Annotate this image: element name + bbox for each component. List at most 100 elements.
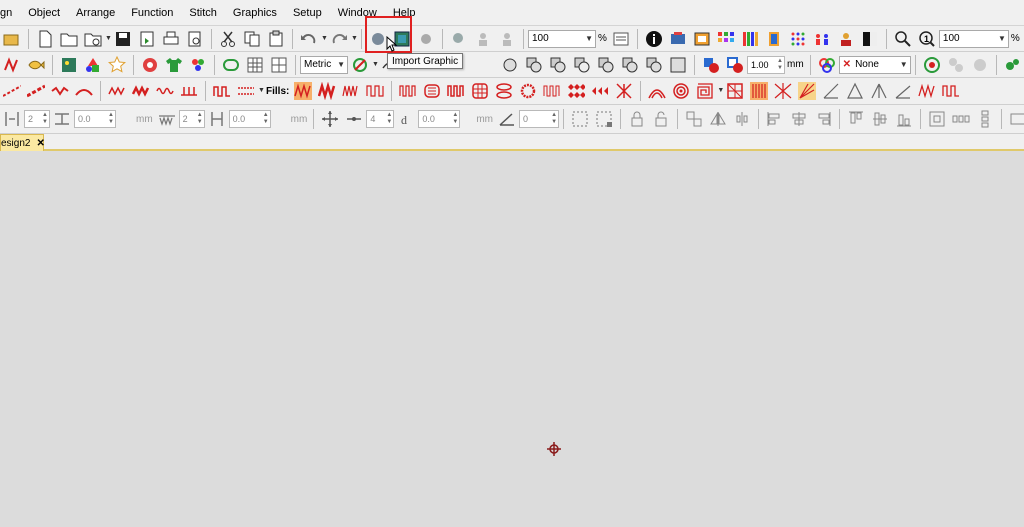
green-dots-icon[interactable] — [1002, 54, 1024, 76]
wave-stitch-icon[interactable] — [154, 80, 176, 102]
menu-stitch[interactable]: Stitch — [181, 0, 225, 26]
chevron-down-icon[interactable]: ▼ — [717, 81, 724, 101]
shape-circle-icon[interactable] — [499, 54, 521, 76]
field-count-3[interactable]: 4 ▲ ▼ — [366, 110, 395, 128]
fill-burst-icon[interactable] — [772, 80, 794, 102]
satin-stitch-icon[interactable] — [130, 80, 152, 102]
outline-color-icon[interactable] — [724, 54, 746, 76]
fill-grid-icon[interactable] — [469, 80, 491, 102]
applique-icon[interactable] — [139, 54, 161, 76]
design-canvas[interactable] — [0, 152, 1024, 527]
motif-stitch-icon[interactable] — [211, 80, 233, 102]
shape-intersect-icon[interactable] — [571, 54, 593, 76]
field-width-2[interactable]: 0.0 ▲ ▼ — [228, 110, 271, 128]
thread-spool-icon[interactable] — [763, 28, 785, 50]
print-icon[interactable] — [160, 28, 182, 50]
contrast-icon[interactable] — [859, 28, 881, 50]
table-grid-icon[interactable] — [268, 54, 290, 76]
bean-stitch-icon[interactable] — [49, 80, 71, 102]
height-icon[interactable] — [206, 108, 228, 130]
star-icon[interactable] — [106, 54, 128, 76]
menu-arrange[interactable]: Arrange — [68, 0, 123, 26]
pen-circle-icon[interactable] — [349, 54, 371, 76]
fill-square-wave-icon[interactable] — [940, 80, 962, 102]
cut-icon[interactable] — [217, 28, 239, 50]
stitch-person2-icon[interactable] — [496, 28, 518, 50]
disabled-flower-icon[interactable] — [969, 54, 991, 76]
field-width-3[interactable]: 0.0 ▲ ▼ — [418, 110, 461, 128]
menu-design[interactable]: gn — [0, 0, 20, 26]
running-stitch-icon[interactable] — [1, 80, 23, 102]
picture-icon[interactable] — [58, 54, 80, 76]
center-icon[interactable] — [926, 108, 948, 130]
fill-triangle-icon[interactable] — [844, 80, 866, 102]
align-middle-icon[interactable] — [869, 108, 891, 130]
chevron-down-icon[interactable]: ▼ — [321, 29, 328, 49]
triple-stitch-icon[interactable] — [25, 80, 47, 102]
fill-gradient-icon[interactable] — [820, 80, 842, 102]
fill-contour-icon[interactable] — [646, 80, 668, 102]
copy-icon[interactable] — [241, 28, 263, 50]
tshirt-icon[interactable] — [163, 54, 185, 76]
field-count-1[interactable]: 2 ▲ ▼ — [24, 110, 50, 128]
align-bottom-icon[interactable] — [893, 108, 915, 130]
align-left-icon[interactable] — [764, 108, 786, 130]
open-recent-icon[interactable] — [82, 28, 104, 50]
spacing-icon[interactable] — [1, 108, 23, 130]
color-wheel-icon[interactable] — [816, 54, 838, 76]
none-select[interactable]: ✕ None ▼ — [838, 55, 911, 74]
fill-maze-icon[interactable] — [694, 80, 716, 102]
grid-icon[interactable] — [244, 54, 266, 76]
shape-outline-icon[interactable] — [667, 54, 689, 76]
fill-fan-icon[interactable] — [796, 80, 818, 102]
fill-oval-icon[interactable] — [493, 80, 515, 102]
user-icon[interactable] — [835, 28, 857, 50]
shape-trim-icon[interactable] — [643, 54, 665, 76]
color-bars-icon[interactable] — [739, 28, 761, 50]
group-icon[interactable] — [683, 108, 705, 130]
density-icon[interactable] — [156, 108, 178, 130]
flip-icon[interactable] — [731, 108, 753, 130]
fill-peak-icon[interactable] — [868, 80, 890, 102]
mirror-icon[interactable] — [707, 108, 729, 130]
lock-icon[interactable] — [626, 108, 648, 130]
field-count-2[interactable]: 2 ▲ ▼ — [178, 110, 205, 128]
nudge-icon[interactable] — [343, 108, 365, 130]
stitch-person-icon[interactable] — [472, 28, 494, 50]
dots-grid-icon[interactable] — [787, 28, 809, 50]
open-design-icon[interactable] — [1, 28, 23, 50]
candle-stitch-icon[interactable] — [235, 80, 257, 102]
menu-graphics[interactable]: Graphics — [225, 0, 285, 26]
close-icon[interactable]: ✕ — [36, 136, 44, 151]
distribute-h-icon[interactable] — [950, 108, 972, 130]
people-icon[interactable] — [811, 28, 833, 50]
fill-serpentine-icon[interactable] — [421, 80, 443, 102]
stitch-path-icon[interactable] — [1, 54, 23, 76]
units-select[interactable]: Metric ▼ — [300, 55, 348, 74]
fill-steil-icon[interactable] — [316, 80, 338, 102]
field-width-1[interactable]: 0.0 ▲ ▼ — [74, 110, 116, 128]
zoom-actual-icon[interactable]: 1 — [916, 28, 938, 50]
fill-color-icon[interactable] — [700, 54, 722, 76]
select-nodes-icon[interactable] — [593, 108, 615, 130]
disabled-circles-icon[interactable] — [945, 54, 967, 76]
fill-spiral-icon[interactable] — [670, 80, 692, 102]
chevron-down-icon[interactable]: ▼ — [351, 29, 358, 49]
target-icon[interactable] — [921, 54, 943, 76]
zoom-select-2[interactable]: 100 ▼ — [938, 29, 1009, 48]
fill-cross-icon[interactable] — [613, 80, 635, 102]
line-width-field[interactable]: 1.00 ▲ ▼ — [747, 55, 785, 74]
fill-zigzag-icon[interactable] — [292, 80, 314, 102]
fill-satin-icon[interactable] — [340, 80, 362, 102]
open-folder-icon[interactable] — [58, 28, 80, 50]
diameter-icon[interactable]: d — [395, 108, 417, 130]
chevron-down-icon[interactable]: ▼ — [372, 55, 379, 75]
fill-stripes-icon[interactable] — [748, 80, 770, 102]
shape-split-icon[interactable] — [619, 54, 641, 76]
field-angle[interactable]: 0 ▲ ▼ — [519, 110, 560, 128]
shape-combine-icon[interactable] — [523, 54, 545, 76]
fill-wave-icon[interactable] — [397, 80, 419, 102]
palette-icon[interactable] — [715, 28, 737, 50]
fill-radial-icon[interactable] — [541, 80, 563, 102]
align-right-icon[interactable] — [812, 108, 834, 130]
